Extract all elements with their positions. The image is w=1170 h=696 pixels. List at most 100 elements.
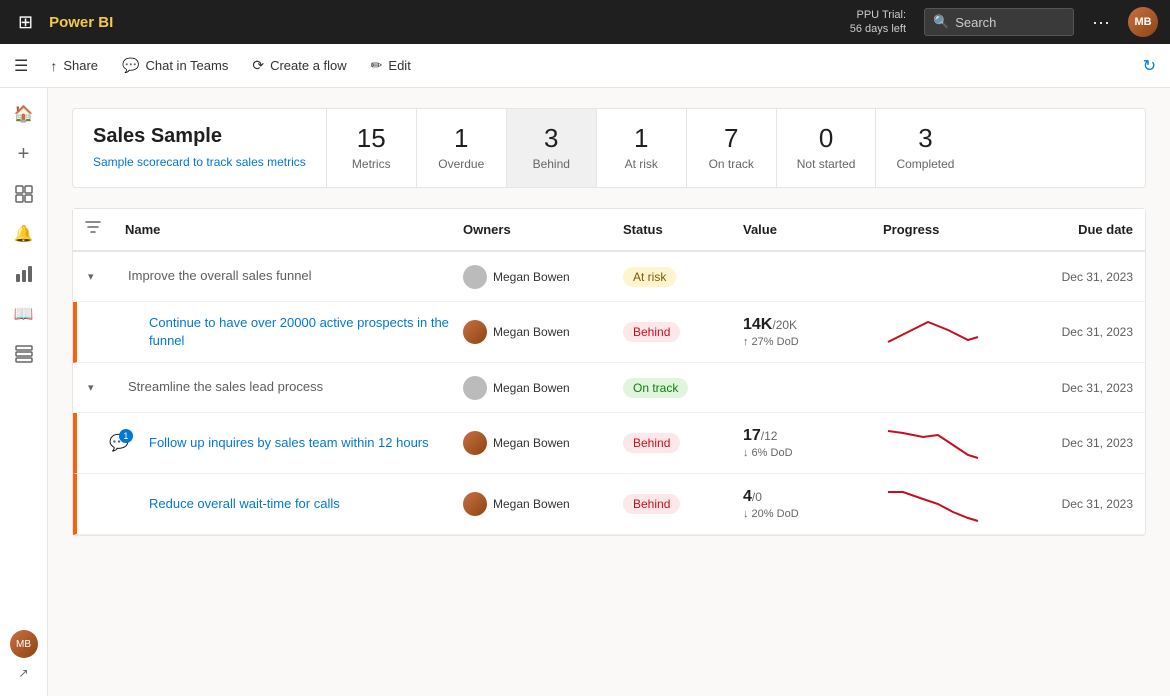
col-header-owners: Owners	[463, 222, 623, 237]
row-status-cell: Behind	[623, 494, 743, 514]
owner-avatar	[463, 492, 487, 516]
progress-chart	[883, 312, 983, 352]
row-owners-cell: Megan Bowen	[463, 431, 623, 455]
owner-name: Megan Bowen	[493, 436, 570, 450]
trial-info: PPU Trial: 56 days left	[850, 8, 906, 37]
search-icon: 🔍	[933, 14, 949, 30]
table-row: Continue to have over 20000 active prosp…	[73, 302, 1145, 363]
flow-icon: ⟳	[252, 57, 264, 74]
metric-card-behind[interactable]: 3 Behind	[507, 109, 597, 187]
row-value-cell: 14K/20K ↑ 27% DoD	[743, 316, 883, 348]
chat-button[interactable]: 💬 Chat in Teams	[112, 51, 238, 80]
owner-avatar	[463, 376, 487, 400]
share-button[interactable]: ↑ Share	[40, 52, 108, 80]
create-flow-button[interactable]: ⟳ Create a flow	[242, 51, 356, 80]
status-badge: At risk	[623, 267, 676, 287]
scorecard-header: Sales Sample Sample scorecard to track s…	[72, 108, 1146, 188]
row-name-cell[interactable]: Improve the overall sales funnel	[128, 267, 463, 285]
sidebar-item-workspaces[interactable]	[6, 336, 42, 372]
main-layout: 🏠 + 🔔 📖 MB ↗ Sales Sample Sample scoreca…	[0, 88, 1170, 696]
metric-card-metrics[interactable]: 15 Metrics	[327, 109, 417, 187]
table-header-row: Name Owners Status Value Progress Due da…	[73, 209, 1145, 252]
row-value-cell: 4/0 ↓ 20% DoD	[743, 488, 883, 520]
metric-label-atrisk: At risk	[625, 157, 658, 171]
row-progress-cell	[883, 484, 1023, 524]
value-main: 17	[743, 427, 761, 444]
sidebar-item-learn[interactable]: 📖	[6, 296, 42, 332]
search-box[interactable]: 🔍 Search	[924, 8, 1074, 36]
row-expand-button[interactable]: ▾	[88, 270, 128, 283]
metric-card-completed[interactable]: 3 Completed	[876, 109, 974, 187]
metric-number-atrisk: 1	[634, 125, 648, 151]
sidebar-expand-arrow[interactable]: ↗	[18, 666, 28, 680]
row-status-cell: At risk	[623, 267, 743, 287]
metric-card-atrisk[interactable]: 1 At risk	[597, 109, 687, 187]
row-name-cell[interactable]: Continue to have over 20000 active prosp…	[149, 314, 463, 350]
sidebar-item-home[interactable]: 🏠	[6, 96, 42, 132]
row-name-cell[interactable]: Streamline the sales lead process	[128, 378, 463, 396]
row-owners-cell: Megan Bowen	[463, 492, 623, 516]
row-expand-button[interactable]: ▾	[88, 381, 128, 394]
sidebar-user-avatar[interactable]: MB	[10, 630, 38, 658]
metric-label-metrics: Metrics	[352, 157, 391, 171]
row-owners-cell: Megan Bowen	[463, 376, 623, 400]
notification-badge[interactable]: 💬 1	[109, 433, 129, 453]
row-name-cell[interactable]: Reduce overall wait-time for calls	[149, 495, 463, 513]
chat-icon: 💬	[122, 57, 139, 74]
apps-grid-icon[interactable]: ⊞	[12, 6, 39, 39]
row-duedate-cell: Dec 31, 2023	[1023, 325, 1133, 339]
main-content: Sales Sample Sample scorecard to track s…	[48, 88, 1170, 696]
scorecard-table: Name Owners Status Value Progress Due da…	[72, 208, 1146, 536]
table-row: Reduce overall wait-time for calls Megan…	[73, 474, 1145, 535]
metric-number-behind: 3	[544, 125, 558, 151]
scorecard-title-section: Sales Sample Sample scorecard to track s…	[73, 109, 327, 187]
sidebar-bottom: MB ↗	[10, 630, 38, 688]
col-header-filter[interactable]	[85, 219, 125, 240]
status-badge: Behind	[623, 322, 680, 342]
col-header-status: Status	[623, 222, 743, 237]
metric-card-overdue[interactable]: 1 Overdue	[417, 109, 507, 187]
sidebar-toggle-button[interactable]: ☰	[14, 56, 28, 76]
progress-chart	[883, 423, 983, 463]
notif-count: 1	[119, 429, 133, 443]
metric-label-behind: Behind	[533, 157, 570, 171]
progress-chart	[883, 484, 983, 524]
metric-number-ontrack: 7	[724, 125, 738, 151]
topbar: ⊞ Power BI PPU Trial: 56 days left 🔍 Sea…	[0, 0, 1170, 44]
share-icon: ↑	[50, 58, 57, 74]
more-options-button[interactable]: ···	[1084, 8, 1118, 37]
row-status-cell: Behind	[623, 322, 743, 342]
metric-number-overdue: 1	[454, 125, 468, 151]
metric-number-metrics: 15	[357, 125, 386, 151]
value-sub: /12	[761, 429, 778, 443]
value-sub: /20K	[772, 318, 797, 332]
value-change: ↑ 27% DoD	[743, 336, 883, 348]
col-header-value: Value	[743, 222, 883, 237]
row-progress-cell	[883, 423, 1023, 463]
col-header-duedate: Due date	[1023, 222, 1133, 237]
edit-button[interactable]: ✏ Edit	[361, 51, 421, 80]
metric-label-ontrack: On track	[709, 157, 754, 171]
owner-avatar	[463, 431, 487, 455]
owner-avatar	[463, 265, 487, 289]
sidebar-item-notifications[interactable]: 🔔	[6, 216, 42, 252]
value-main: 4	[743, 488, 752, 505]
row-owners-cell: Megan Bowen	[463, 265, 623, 289]
metric-label-completed: Completed	[896, 157, 954, 171]
sidebar-item-create[interactable]: +	[6, 136, 42, 172]
status-badge: On track	[623, 378, 688, 398]
status-badge: Behind	[623, 433, 680, 453]
metric-card-notstarted[interactable]: 0 Not started	[777, 109, 877, 187]
sidebar-item-browse[interactable]	[6, 176, 42, 212]
metric-label-overdue: Overdue	[438, 157, 484, 171]
user-avatar[interactable]: MB	[1128, 7, 1158, 37]
sidebar-item-metrics[interactable]	[6, 256, 42, 292]
status-badge: Behind	[623, 494, 680, 514]
owner-name: Megan Bowen	[493, 270, 570, 284]
col-header-name: Name	[125, 222, 463, 237]
owner-name: Megan Bowen	[493, 381, 570, 395]
app-logo: Power BI	[49, 14, 113, 31]
row-name-cell[interactable]: Follow up inquires by sales team within …	[149, 434, 463, 452]
refresh-icon[interactable]: ↻	[1143, 56, 1156, 76]
metric-card-ontrack[interactable]: 7 On track	[687, 109, 777, 187]
